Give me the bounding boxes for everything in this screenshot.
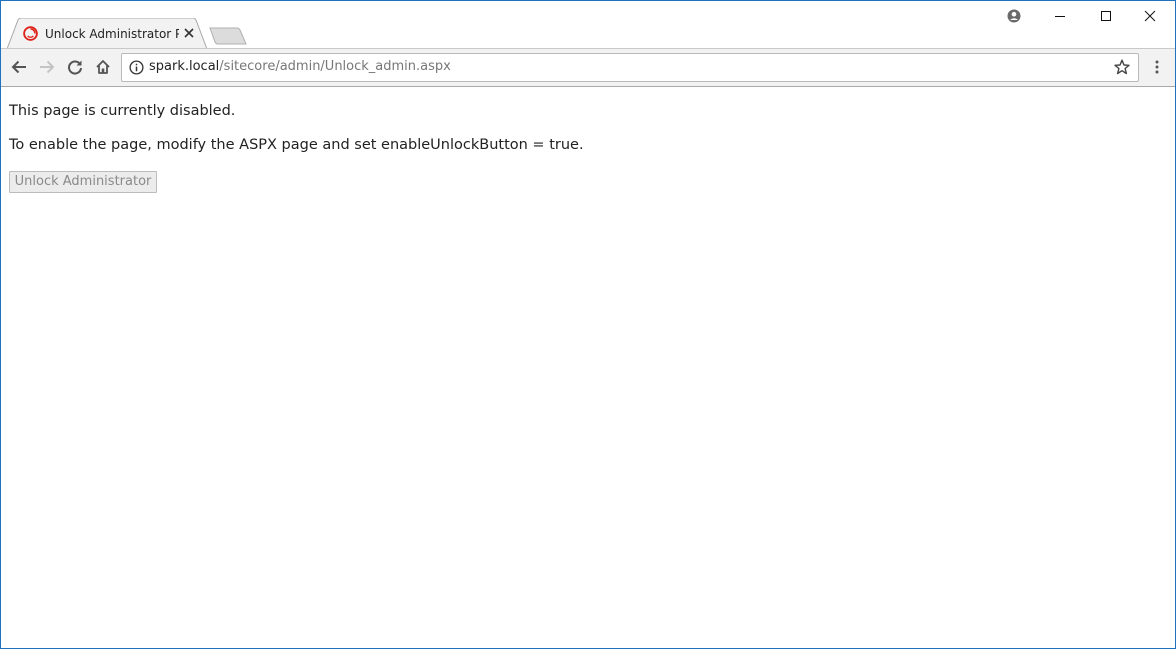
home-icon xyxy=(96,60,110,74)
browser-toolbar: spark.local/sitecore/admin/Unlock_admin.… xyxy=(1,48,1175,87)
more-vert-icon xyxy=(1155,60,1159,74)
url-host: spark.local xyxy=(149,59,220,74)
home-button[interactable] xyxy=(92,56,114,78)
new-tab-button[interactable] xyxy=(209,27,247,45)
info-icon[interactable] xyxy=(129,60,144,75)
close-tab-icon[interactable] xyxy=(183,27,195,39)
tab-strip: Unlock Administrator Page xyxy=(1,1,1175,49)
profile-button[interactable] xyxy=(991,1,1037,31)
reload-icon xyxy=(68,60,82,75)
reload-button[interactable] xyxy=(64,56,86,78)
close-window-button[interactable] xyxy=(1127,1,1173,31)
minimize-button[interactable] xyxy=(1037,1,1083,31)
browser-window: Unlock Administrator Page xyxy=(0,0,1176,649)
star-icon[interactable] xyxy=(1114,59,1130,75)
sitecore-icon xyxy=(23,26,38,41)
url-path: /sitecore/admin/Unlock_admin.aspx xyxy=(219,59,451,74)
url-text[interactable]: spark.local/sitecore/admin/Unlock_admin.… xyxy=(149,59,451,75)
status-message: This page is currently disabled. xyxy=(9,103,236,119)
forward-button[interactable] xyxy=(36,56,58,78)
maximize-button[interactable] xyxy=(1083,1,1129,31)
back-button[interactable] xyxy=(8,56,30,78)
active-tab[interactable]: Unlock Administrator Page xyxy=(7,18,207,49)
account-icon xyxy=(1007,9,1021,23)
tab-title: Unlock Administrator Page xyxy=(45,27,179,41)
close-icon xyxy=(1144,10,1156,22)
back-arrow-icon xyxy=(11,60,26,74)
minimize-icon xyxy=(1055,16,1065,17)
maximize-icon xyxy=(1101,11,1111,21)
forward-arrow-icon xyxy=(40,60,55,74)
address-bar[interactable]: spark.local/sitecore/admin/Unlock_admin.… xyxy=(121,53,1139,82)
menu-button[interactable] xyxy=(1146,56,1168,78)
instruction-message: To enable the page, modify the ASPX page… xyxy=(9,137,584,153)
unlock-administrator-button[interactable]: Unlock Administrator xyxy=(9,171,157,193)
